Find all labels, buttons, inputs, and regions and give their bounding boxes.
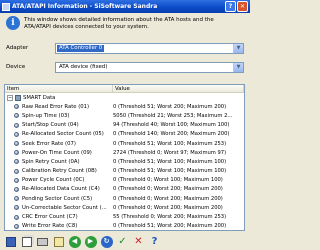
item-bullet-icon xyxy=(14,214,19,220)
item-name: Write Error Rate (C8) xyxy=(22,223,78,230)
item-name: Re-Allocated Sector Count (05) xyxy=(22,131,104,138)
adapter-select[interactable]: ATA Controller 0 ▼ xyxy=(55,43,244,54)
device-select[interactable]: ATA device (fixed) ▼ xyxy=(55,62,244,73)
column-header-item[interactable]: Item xyxy=(5,85,113,92)
list-item[interactable]: Start/Stop Count (04) 94 (Threshold 40; W… xyxy=(5,121,244,130)
device-label: Device xyxy=(6,64,26,70)
item-value: 55 (Threshold 0; Worst 200; Maximum 253) xyxy=(113,214,227,221)
chevron-down-icon[interactable]: ▼ xyxy=(233,63,243,72)
adapter-row: Adapter ATA Controller 0 ▼ xyxy=(6,43,244,54)
item-value: 0 (Threshold 51; Worst 100; Maximum 100) xyxy=(113,158,227,165)
list-item[interactable]: Spin Retry Count (0A) 0 (Threshold 51; Wo… xyxy=(5,157,244,166)
list-item[interactable]: CRC Error Count (C7) 55 (Threshold 0; Wor… xyxy=(5,212,244,221)
chevron-down-icon[interactable]: ▼ xyxy=(233,44,243,53)
item-bullet-icon xyxy=(14,104,19,110)
refresh-icon[interactable]: ↻ xyxy=(100,235,113,248)
list-item[interactable]: Re-Allocated Sector Count (05) 0 (Thresho… xyxy=(5,130,244,139)
properties-icon[interactable] xyxy=(52,235,65,248)
item-value: 0 (Threshold 0; Worst 100; Maximum 100) xyxy=(113,177,223,184)
item-name: Un-Correctable Sector Count (... xyxy=(22,204,107,211)
item-value: 0 (Threshold 51; Worst 200; Maximum 200) xyxy=(113,223,227,230)
column-header-value[interactable]: Value xyxy=(113,85,244,92)
title-bar[interactable]: ATA/ATAPI Information - SiSoftware Sandr… xyxy=(0,0,250,13)
cancel-icon[interactable]: ✕ xyxy=(132,235,145,248)
item-name: Raw Read Error Rate (01) xyxy=(22,103,90,110)
device-row: Device ATA device (fixed) ▼ xyxy=(6,62,244,73)
item-bullet-icon xyxy=(14,159,19,165)
forward-icon[interactable]: ▶ xyxy=(84,235,97,248)
smart-group-icon xyxy=(15,94,21,101)
back-icon[interactable]: ◀ xyxy=(68,235,81,248)
item-value: 94 (Threshold 40; Worst 100; Maximum 100… xyxy=(113,122,230,129)
item-bullet-icon xyxy=(14,168,19,174)
item-value: 0 (Threshold 0; Worst 200; Maximum 200) xyxy=(113,204,223,211)
list-item[interactable]: Raw Read Error Rate (01) 0 (Threshold 51;… xyxy=(5,102,244,111)
item-bullet-icon xyxy=(14,205,19,211)
window-title: ATA/ATAPI Information - SiSoftware Sandr… xyxy=(12,3,158,10)
device-select-value: ATA device (fixed) xyxy=(59,64,108,70)
description-text: This window shows detailed information a… xyxy=(24,17,214,30)
item-name: Start/Stop Count (04) xyxy=(22,122,79,129)
item-bullet-icon xyxy=(14,150,19,156)
item-name: Seek Error Rate (07) xyxy=(22,140,76,147)
item-name: Pending Sector Count (C5) xyxy=(22,195,93,202)
list-item[interactable]: Pending Sector Count (C5) 0 (Threshold 0;… xyxy=(5,194,244,203)
item-name: Power-On Time Count (09) xyxy=(22,149,92,156)
item-bullet-icon xyxy=(14,141,19,147)
app-icon xyxy=(2,2,10,11)
info-icon: i xyxy=(6,16,20,30)
item-bullet-icon xyxy=(14,113,19,119)
list-item[interactable]: Power Cycle Count (0C) 0 (Threshold 0; Wo… xyxy=(5,176,244,185)
info-header: i This window shows detailed information… xyxy=(0,13,250,36)
item-value: 2724 (Threshold 0; Worst 97; Maximum 97) xyxy=(113,149,227,156)
list-item[interactable]: Un-Correctable Sector Count (... 0 (Thres… xyxy=(5,203,244,212)
item-name: Power Cycle Count (0C) xyxy=(22,177,85,184)
list-header: Item Value xyxy=(5,85,244,93)
list-item[interactable]: Write Error Rate (C8) 0 (Threshold 51; Wo… xyxy=(5,222,244,230)
adapter-select-value: ATA Controller 0 xyxy=(57,45,105,52)
collapse-icon[interactable]: − xyxy=(7,94,13,101)
item-bullet-icon xyxy=(14,196,19,202)
item-name: Re-Allocated Data Count (C4) xyxy=(22,186,100,193)
group-row[interactable]: − SMART Data xyxy=(5,93,244,102)
item-bullet-icon xyxy=(14,223,19,229)
item-bullet-icon xyxy=(14,177,19,183)
item-bullet-icon xyxy=(14,131,19,137)
print-icon[interactable] xyxy=(36,235,49,248)
item-name: Spin-up Time (03) xyxy=(22,112,70,119)
copy-icon[interactable] xyxy=(20,235,33,248)
save-icon[interactable] xyxy=(4,235,17,248)
list-item[interactable]: Calibration Retry Count (0B) 0 (Threshold… xyxy=(5,167,244,176)
item-value: 0 (Threshold 51; Worst 100; Maximum 253) xyxy=(113,140,227,147)
item-value: 0 (Threshold 0; Worst 200; Maximum 200) xyxy=(113,186,223,193)
help-icon[interactable]: ? xyxy=(148,235,161,248)
list-item[interactable]: Spin-up Time (03) 5050 (Threshold 21; Wor… xyxy=(5,111,244,120)
item-value: 0 (Threshold 51; Worst 100; Maximum 100) xyxy=(113,168,227,175)
item-value: 5050 (Threshold 21; Worst 253; Maximum 2… xyxy=(113,112,233,119)
adapter-label: Adapter xyxy=(6,45,29,51)
help-title-button[interactable]: ? xyxy=(225,1,236,12)
item-name: Spin Retry Count (0A) xyxy=(22,158,80,165)
bottom-toolbar: ◀ ▶ ↻ ✓ ✕ ? xyxy=(0,233,250,250)
item-bullet-icon xyxy=(14,122,19,128)
close-button[interactable]: ✕ xyxy=(237,1,248,12)
ok-icon[interactable]: ✓ xyxy=(116,235,129,248)
item-value: 0 (Threshold 140; Worst 200; Maximum 200… xyxy=(113,131,230,138)
smart-data-list[interactable]: Item Value − SMART Data Raw Read Error R… xyxy=(4,84,245,231)
item-name: CRC Error Count (C7) xyxy=(22,214,78,221)
list-item[interactable]: Power-On Time Count (09) 2724 (Threshold … xyxy=(5,148,244,157)
list-item[interactable]: Re-Allocated Data Count (C4) 0 (Threshold… xyxy=(5,185,244,194)
list-item[interactable]: Seek Error Rate (07) 0 (Threshold 51; Wor… xyxy=(5,139,244,148)
group-label: SMART Data xyxy=(23,94,56,101)
item-bullet-icon xyxy=(14,186,19,192)
item-name: Calibration Retry Count (0B) xyxy=(22,168,97,175)
item-value: 0 (Threshold 0; Worst 200; Maximum 200) xyxy=(113,195,223,202)
item-value: 0 (Threshold 51; Worst 200; Maximum 200) xyxy=(113,103,227,110)
